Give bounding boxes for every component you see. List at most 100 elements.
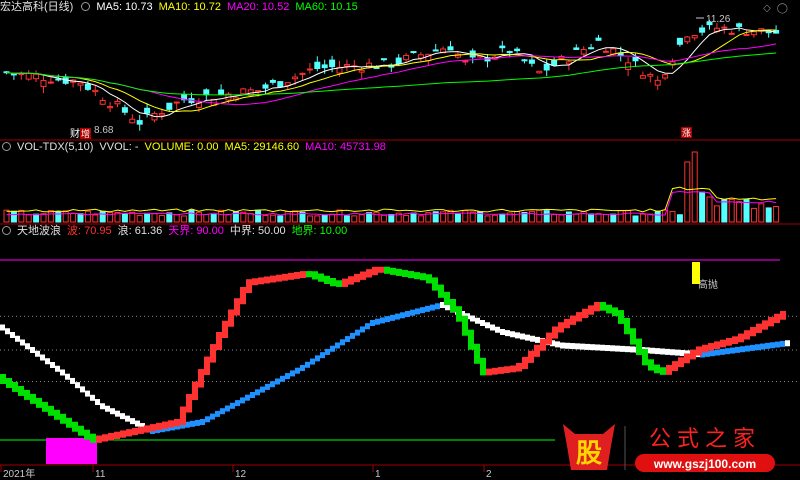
wave-segment — [335, 342, 340, 349]
fast-segment — [192, 381, 198, 401]
fast-segment — [768, 317, 774, 327]
fast-segment — [492, 367, 498, 375]
fast-segment — [306, 271, 312, 278]
candle-body — [536, 70, 543, 74]
candle-body — [10, 73, 17, 76]
wave-segment — [285, 373, 290, 380]
candle — [765, 31, 772, 38]
low-signal-block — [46, 438, 97, 464]
candle-body — [602, 50, 609, 53]
fast-segment — [258, 277, 264, 285]
wave-segment — [420, 307, 425, 314]
volume-bar — [528, 210, 535, 223]
volume-bar — [188, 209, 195, 223]
fast-segment — [24, 389, 30, 400]
fast-segment — [84, 429, 90, 440]
candle-body — [647, 73, 654, 77]
price-panel: 11.26 8.68 财增 涨 — [3, 14, 780, 140]
wave-segment — [190, 420, 195, 427]
candle — [107, 102, 114, 113]
candle — [277, 81, 284, 88]
vol-ma5-value: MA5: 29146.60 — [224, 141, 300, 153]
candle-body — [166, 102, 173, 110]
candle-body — [580, 48, 587, 55]
volume-bar — [92, 214, 99, 223]
volume-bar — [403, 214, 410, 223]
wave-segment — [60, 369, 65, 376]
fast-segment — [468, 329, 474, 350]
candle-body — [299, 72, 306, 75]
wave-segment — [505, 330, 510, 337]
wave-segment — [75, 382, 80, 389]
volume-bar — [380, 214, 387, 223]
wave-segment — [245, 394, 250, 401]
fast-segment — [108, 432, 114, 441]
volume-bar — [410, 212, 417, 223]
fast-segment — [690, 349, 696, 360]
volume-bar — [713, 205, 720, 223]
fast-segment — [546, 332, 552, 345]
candle-body — [721, 26, 728, 29]
candle — [758, 28, 765, 35]
volume-bar — [765, 207, 772, 223]
volume-bar — [639, 213, 646, 223]
window-controls[interactable]: ◇◯ — [763, 3, 794, 14]
volume-bar — [62, 210, 69, 223]
wave-segment — [630, 346, 635, 353]
wave-segment — [325, 348, 330, 355]
fast-segment — [414, 272, 420, 280]
candle-body — [240, 88, 247, 95]
ma60-value: MA60: 10.15 — [295, 1, 358, 13]
candle-body — [543, 63, 550, 71]
high-price-label: 11.26 — [706, 14, 731, 25]
wave-segment — [390, 314, 395, 321]
watermark-char: 股 — [576, 439, 602, 469]
wave-segment — [315, 355, 320, 362]
wave-segment — [765, 342, 770, 349]
wave-segment — [595, 344, 600, 351]
fast-segment — [540, 338, 546, 351]
volume-bar — [25, 214, 32, 223]
wave-segment — [650, 347, 655, 354]
wave-segment — [565, 342, 570, 349]
wave-segment — [300, 365, 305, 371]
wave-segment — [195, 419, 200, 426]
volume-bar — [773, 205, 780, 223]
wave-segment — [445, 304, 450, 311]
volume-bar — [314, 215, 321, 223]
candle-body — [676, 37, 683, 45]
wave-segment — [320, 352, 325, 359]
chart-canvas[interactable]: 11.268.68财增涨 高抛 2021年 11 12 1 2 — [0, 0, 800, 480]
candle — [240, 87, 247, 95]
candle-body — [528, 59, 535, 64]
candle-body — [395, 57, 402, 65]
fast-segment — [582, 308, 588, 319]
fast-segment — [96, 435, 102, 443]
wave-segment — [270, 381, 275, 388]
candle — [314, 56, 321, 72]
candle-body — [321, 64, 328, 69]
tianjie-value: 天界: 90.00 — [168, 225, 224, 237]
wave-segment — [745, 345, 750, 352]
candle-body — [639, 75, 646, 79]
volume-bar — [284, 211, 291, 223]
wave-segment — [220, 408, 225, 415]
candle — [514, 46, 521, 53]
circle-icon — [81, 2, 91, 11]
candle-body — [750, 31, 757, 36]
fast-segment — [138, 426, 144, 434]
fast-segment — [120, 430, 126, 438]
price-title: 宏达高科(日线) — [0, 1, 74, 13]
wave-segment — [370, 320, 375, 326]
wave-segment — [235, 400, 240, 407]
wave-segment — [715, 349, 720, 356]
candle — [403, 53, 410, 63]
volume-panel — [3, 151, 780, 223]
fast-segment — [636, 338, 642, 355]
candle — [602, 48, 609, 53]
fast-segment — [408, 271, 414, 279]
fast-segment — [450, 299, 456, 313]
fast-segment — [66, 417, 72, 428]
wave-segment — [70, 377, 75, 384]
ind-title: 天地波浪 — [17, 225, 61, 237]
